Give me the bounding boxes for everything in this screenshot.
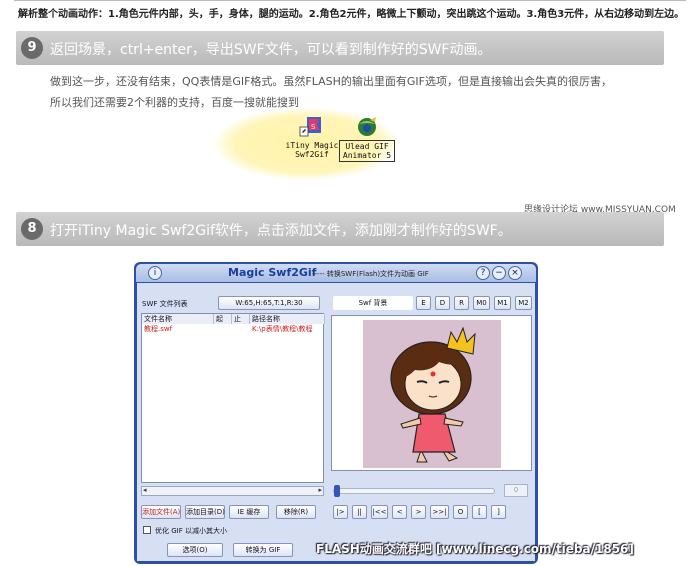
column-header-path[interactable]: 路径名称 — [250, 314, 325, 324]
mark-start-button[interactable]: [ — [472, 505, 487, 519]
ulead-gif-animator-icon — [358, 117, 376, 136]
step-8-text: 打开iTiny Magic Swf2Gif软件，点击添加文件，添加刚才制作好的S… — [50, 223, 512, 239]
cartoon-girl-animation — [390, 326, 476, 463]
prev-frame-button[interactable]: < — [392, 505, 407, 519]
optimize-gif-label: 优化 GIF 以减小其大小 — [155, 527, 227, 535]
mark-end-button[interactable]: ] — [491, 505, 506, 519]
window-client-area: SWF 文件列表 W:65,H:65,T:1,R:30 Swf 背景 E D R… — [137, 283, 535, 561]
bg-button-m2[interactable]: M2 — [515, 296, 532, 310]
paragraph-line-2: 所以我们还需要2个利器的支持，百度一搜就能搜到 — [50, 96, 299, 109]
help-icon[interactable]: ? — [476, 266, 490, 280]
forum-watermark: FLASH动画交流群吧 [www.linecg.com/tieba/1856] — [316, 542, 634, 556]
add-file-button[interactable]: 添加文件(A) — [141, 505, 181, 519]
ie-cache-button[interactable]: IE 缓存 — [229, 505, 269, 519]
scroll-right-icon[interactable]: ▸ — [318, 486, 322, 494]
last-frame-button[interactable]: >>| — [430, 505, 449, 519]
file-list-label: SWF 文件列表 — [142, 300, 188, 308]
next-frame-button[interactable]: > — [411, 505, 426, 519]
column-header-name[interactable]: 文件名称 — [142, 314, 214, 324]
column-header-start[interactable]: 起 — [214, 314, 232, 324]
play-button[interactable]: |> — [333, 505, 348, 519]
bg-button-e[interactable]: E — [416, 296, 431, 310]
info-icon[interactable]: i — [148, 266, 162, 280]
step-8-number: 8 — [21, 218, 43, 240]
step-9-header: 9 返回场景，ctrl+enter，导出SWF文件，可以看到制作好的SWF动画。 — [16, 31, 664, 65]
loop-button[interactable]: O — [453, 505, 468, 519]
options-button[interactable]: 选项(O) — [167, 543, 223, 557]
frame-number-field[interactable]: 0 — [504, 484, 528, 497]
animation-analysis-note: 解析整个动画动作：1.角色元件内部，头，手，身体，腿的运动。2.角色2元件，略微… — [18, 9, 685, 20]
playback-slider[interactable] — [333, 485, 495, 497]
swf-preview-panel — [331, 315, 532, 471]
itiny-icon-label-line-1: iTiny Magic — [285, 141, 339, 150]
ulead-icon-label-box: Ulead GIF Animator 5 — [339, 140, 395, 162]
bg-button-m1[interactable]: M1 — [494, 296, 511, 310]
first-frame-button[interactable]: |<< — [371, 505, 388, 519]
optimize-gif-checkbox[interactable] — [143, 526, 151, 534]
add-directory-button[interactable]: 添加目录(D) — [185, 505, 225, 519]
itiny-icon-label-line-2: Swf2Gif — [295, 150, 329, 159]
step-9-text: 返回场景，ctrl+enter，导出SWF文件，可以看到制作好的SWF动画。 — [50, 42, 492, 58]
table-row-path[interactable]: K:\p表情\教程\教程 — [252, 325, 324, 334]
size-info-button[interactable]: W:65,H:65,T:1,R:30 — [218, 296, 320, 310]
step-8-header: 8 打开iTiny Magic Swf2Gif软件，点击添加文件，添加刚才制作好… — [16, 212, 664, 246]
remove-button[interactable]: 移除(R) — [276, 505, 316, 519]
column-header-end[interactable]: 止 — [232, 314, 250, 324]
app-subtitle: ----- 转换SWF(Flash)文件为动画 GIF — [312, 270, 429, 278]
top-divider — [14, 0, 686, 1]
close-icon[interactable]: × — [508, 266, 522, 280]
convert-to-gif-button[interactable]: 转换为 GIF — [233, 543, 293, 557]
itiny-magic-swf2gif-icon: S — [299, 117, 321, 137]
step-9-number: 9 — [21, 37, 43, 59]
desktop-icon-itiny[interactable]: S iTiny Magic Swf2Gif — [284, 116, 340, 159]
bg-button-m0[interactable]: M0 — [473, 296, 490, 310]
pause-button[interactable]: || — [352, 505, 367, 519]
scroll-left-icon[interactable]: ◂ — [143, 486, 147, 494]
ulead-icon-label-line-1: Ulead GIF — [345, 142, 389, 151]
svg-text:S: S — [311, 123, 316, 131]
swf-file-list[interactable]: 文件名称 起 止 路径名称 教程.swf K:\p表情\教程\教程 — [141, 313, 325, 483]
title-bar[interactable]: i Magic Swf2Gif ----- 转换SWF(Flash)文件为动画 … — [136, 264, 536, 282]
bg-button-r[interactable]: R — [454, 296, 469, 310]
table-row-file-name[interactable]: 教程.swf — [144, 325, 214, 334]
ulead-icon-label-line-2: Animator 5 — [342, 151, 392, 160]
file-list-scrollbar[interactable]: ◂ ▸ — [141, 486, 324, 496]
minimize-icon[interactable]: − — [492, 266, 506, 280]
magic-swf2gif-window: i Magic Swf2Gif ----- 转换SWF(Flash)文件为动画 … — [134, 262, 538, 564]
desktop-icon-ulead[interactable]: Ulead GIF Animator 5 — [339, 116, 395, 162]
animation-stage — [363, 320, 501, 468]
app-title: Magic Swf2Gif — [228, 266, 317, 279]
playback-slider-thumb[interactable] — [334, 485, 340, 497]
bg-button-d[interactable]: D — [435, 296, 450, 310]
paragraph-line-1: 做到这一步，还没有结束，QQ表情是GIF格式。虽然FLASH的输出里面有GIF选… — [50, 75, 612, 88]
swf-background-label: Swf 背景 — [333, 296, 413, 310]
